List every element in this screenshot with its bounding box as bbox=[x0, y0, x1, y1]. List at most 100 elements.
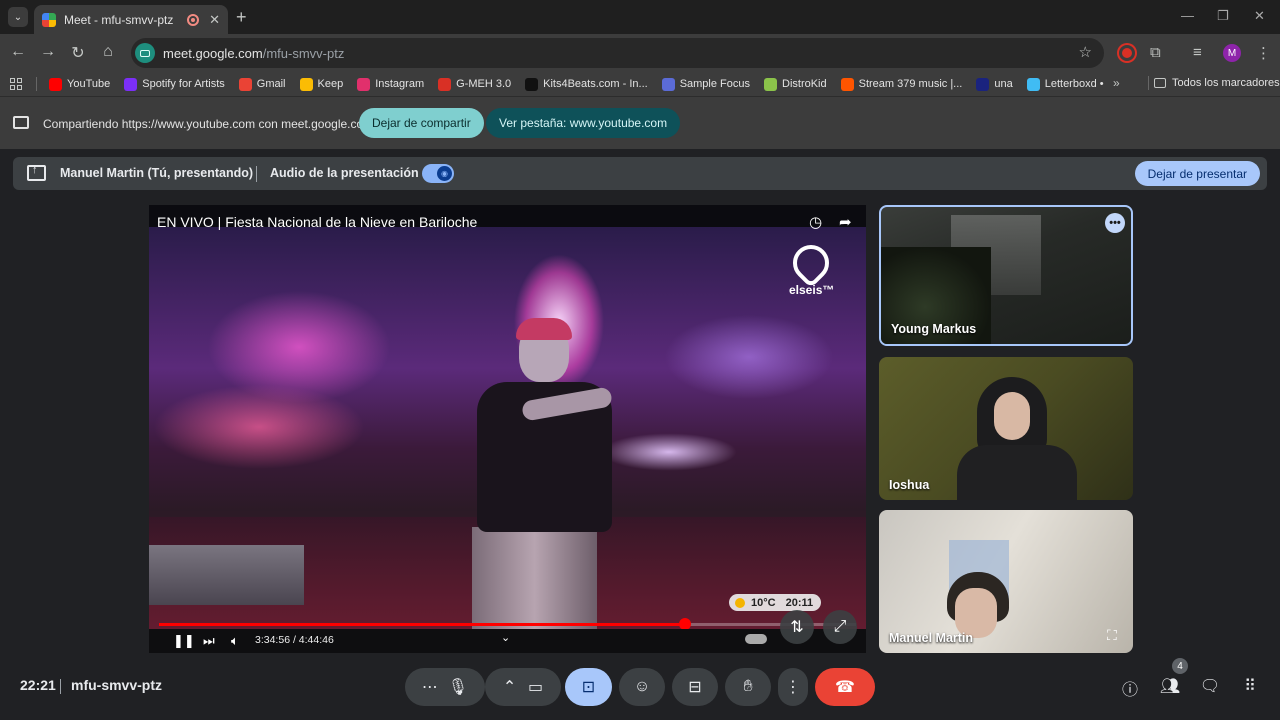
minimize-icon[interactable]: — bbox=[1181, 8, 1194, 23]
microphone-icon[interactable]: 🎙︎ bbox=[448, 677, 468, 697]
meeting-info-icon[interactable]: ⓘ bbox=[1119, 676, 1141, 700]
tab-strip: ⌄ Meet - mfu-smvv-ptz ✕ + — ❐ ✕ bbox=[0, 0, 1280, 34]
participant-count-badge: 4 bbox=[1172, 658, 1188, 674]
participant-video bbox=[957, 377, 1077, 500]
bookmark-item[interactable]: G-MEH 3.0 bbox=[438, 77, 512, 91]
stop-presenting-button[interactable]: Dejar de presentar bbox=[1134, 161, 1260, 186]
address-bar[interactable]: meet.google.com/mfu-smvv-ptz ☆ bbox=[131, 38, 1104, 68]
captions-button[interactable]: ⊟ bbox=[672, 668, 718, 706]
camera-icon[interactable]: ▭ bbox=[528, 677, 543, 697]
menu-icon[interactable]: ⋮ bbox=[1256, 44, 1271, 62]
video-progress-bar[interactable] bbox=[159, 618, 856, 630]
bookmark-item[interactable]: Gmail bbox=[238, 77, 286, 91]
share-icon[interactable]: ➦ bbox=[839, 213, 852, 231]
shared-video[interactable]: EN VIVO | Fiesta Nacional de la Nieve en… bbox=[149, 205, 866, 653]
chat-icon[interactable]: 🗨︎ bbox=[1199, 676, 1221, 696]
stop-sharing-button[interactable]: Dejar de compartir bbox=[359, 108, 484, 138]
bookmark-favicon-icon bbox=[764, 77, 777, 91]
next-icon[interactable]: ⏭ bbox=[203, 633, 215, 649]
tab-search-icon[interactable]: ⌄ bbox=[8, 7, 28, 27]
weather-overlay: 10°C 20:11 bbox=[729, 594, 822, 611]
present-now-button[interactable]: ⊡ bbox=[565, 668, 612, 706]
bookmark-label: una bbox=[994, 78, 1013, 90]
bookmark-item[interactable]: Instagram bbox=[357, 77, 424, 91]
participant-name: Manuel Martin bbox=[889, 631, 974, 645]
all-bookmarks-label: Todos los marcadores bbox=[1172, 77, 1280, 89]
raise-hand-button[interactable]: ✋︎ bbox=[725, 668, 771, 706]
record-icon[interactable] bbox=[1119, 45, 1135, 61]
bookmark-item[interactable]: una bbox=[976, 77, 1013, 91]
bookmark-item[interactable]: YouTube bbox=[49, 77, 110, 91]
extensions-icon[interactable]: ⧉ bbox=[1150, 44, 1161, 61]
activities-icon[interactable]: ⠿ bbox=[1239, 676, 1261, 696]
reload-icon[interactable]: ↻ bbox=[68, 43, 88, 63]
captions-icon: ⊟ bbox=[688, 679, 702, 696]
bookmark-favicon-icon bbox=[840, 77, 854, 91]
bookmark-label: Gmail bbox=[256, 78, 286, 90]
watch-later-icon[interactable]: ◷ bbox=[809, 213, 822, 231]
swap-layout-icon[interactable]: ⇅ bbox=[780, 610, 814, 644]
bookmark-favicon-icon bbox=[238, 77, 252, 91]
sun-icon bbox=[735, 597, 745, 608]
crop-icon[interactable]: ⛶ bbox=[1107, 627, 1125, 645]
back-icon[interactable]: ← bbox=[8, 43, 28, 61]
mic-control[interactable]: ⋯ 🎙︎ bbox=[405, 668, 485, 706]
new-tab-icon[interactable]: + bbox=[236, 7, 247, 28]
reactions-button[interactable]: ☺ bbox=[619, 668, 665, 706]
participant-tile[interactable]: Ioshua bbox=[879, 357, 1133, 500]
camera-control[interactable]: ⌃ ▭ bbox=[485, 668, 561, 706]
leave-call-button[interactable]: ☎︎ bbox=[815, 668, 875, 706]
divider bbox=[256, 166, 257, 182]
all-bookmarks[interactable]: Todos los marcadores bbox=[1154, 77, 1280, 89]
profile-avatar[interactable]: M bbox=[1223, 44, 1241, 62]
bookmark-item[interactable]: Keep bbox=[299, 77, 343, 91]
volume-icon[interactable]: 🔈︎ bbox=[231, 633, 239, 649]
tab-meet[interactable]: Meet - mfu-smvv-ptz ✕ bbox=[34, 5, 228, 34]
fullscreen-icon[interactable]: ⤢ bbox=[823, 610, 857, 644]
participant-tile[interactable]: ••• Young Markus bbox=[879, 205, 1133, 346]
folder-icon bbox=[1154, 78, 1166, 88]
presentation-audio-toggle[interactable]: ◉ bbox=[422, 164, 454, 183]
bookmark-item[interactable]: Spotify for Artists bbox=[124, 77, 225, 91]
more-vert-icon: ⋮ bbox=[785, 679, 801, 696]
bookmark-favicon-icon bbox=[124, 77, 138, 91]
bookmark-item[interactable]: Letterboxd • bbox=[1026, 77, 1104, 91]
autoplay-toggle[interactable] bbox=[745, 634, 767, 644]
bookmark-item[interactable]: Sample Focus bbox=[661, 77, 750, 91]
people-icon[interactable]: 👥︎ bbox=[1159, 676, 1181, 696]
bookmark-item[interactable]: Stream 379 music |... bbox=[840, 77, 962, 91]
close-tab-icon[interactable]: ✕ bbox=[209, 12, 220, 28]
meet-stage: Manuel Martin (Tú, presentando) Audio de… bbox=[0, 149, 1280, 720]
bookmark-favicon-icon bbox=[357, 77, 371, 91]
divider bbox=[60, 679, 61, 694]
chevron-up-icon[interactable]: ⌃ bbox=[503, 677, 516, 697]
close-window-icon[interactable]: ✕ bbox=[1254, 8, 1265, 24]
bookmark-item[interactable]: Kits4Beats.com - In... bbox=[525, 77, 648, 91]
media-controls-icon[interactable]: ≡ bbox=[1193, 44, 1202, 61]
hand-icon: ✋︎ bbox=[743, 678, 753, 695]
tab-title: Meet - mfu-smvv-ptz bbox=[64, 12, 174, 27]
presentation-audio-label: Audio de la presentación bbox=[270, 166, 419, 180]
bookmark-favicon-icon bbox=[299, 77, 313, 91]
more-audio-icon[interactable]: ⋯ bbox=[422, 677, 438, 697]
more-bookmarks-icon[interactable]: » bbox=[1113, 76, 1120, 90]
video-controls: ❚❚ ⏭ 🔈︎ 3:34:56 / 4:44:46 ⌄ bbox=[149, 629, 866, 653]
more-options-button[interactable]: ⋮ bbox=[778, 668, 808, 706]
forward-icon[interactable]: → bbox=[38, 43, 58, 61]
bookmark-star-icon[interactable]: ☆ bbox=[1079, 43, 1092, 61]
bookmark-label: G-MEH 3.0 bbox=[456, 78, 512, 90]
meeting-code: mfu-smvv-ptz bbox=[71, 677, 163, 693]
more-options-icon[interactable]: ••• bbox=[1105, 213, 1125, 233]
view-tab-button[interactable]: Ver pestaña: www.youtube.com bbox=[486, 108, 681, 138]
home-icon[interactable]: ⌂ bbox=[98, 43, 118, 61]
chevron-down-icon[interactable]: ⌄ bbox=[501, 631, 510, 644]
site-info-icon[interactable] bbox=[135, 43, 155, 63]
participant-tile[interactable]: Manuel Martin ⛶ bbox=[879, 510, 1133, 653]
bookmark-item[interactable]: DistroKid bbox=[764, 77, 827, 91]
restore-icon[interactable]: ❐ bbox=[1217, 8, 1229, 24]
pause-icon[interactable]: ❚❚ bbox=[173, 633, 195, 649]
bookmark-label: Letterboxd • bbox=[1044, 78, 1104, 90]
apps-icon[interactable] bbox=[10, 78, 22, 90]
channel-logo: elseis™ bbox=[785, 237, 837, 297]
participant-name: Young Markus bbox=[891, 322, 977, 336]
